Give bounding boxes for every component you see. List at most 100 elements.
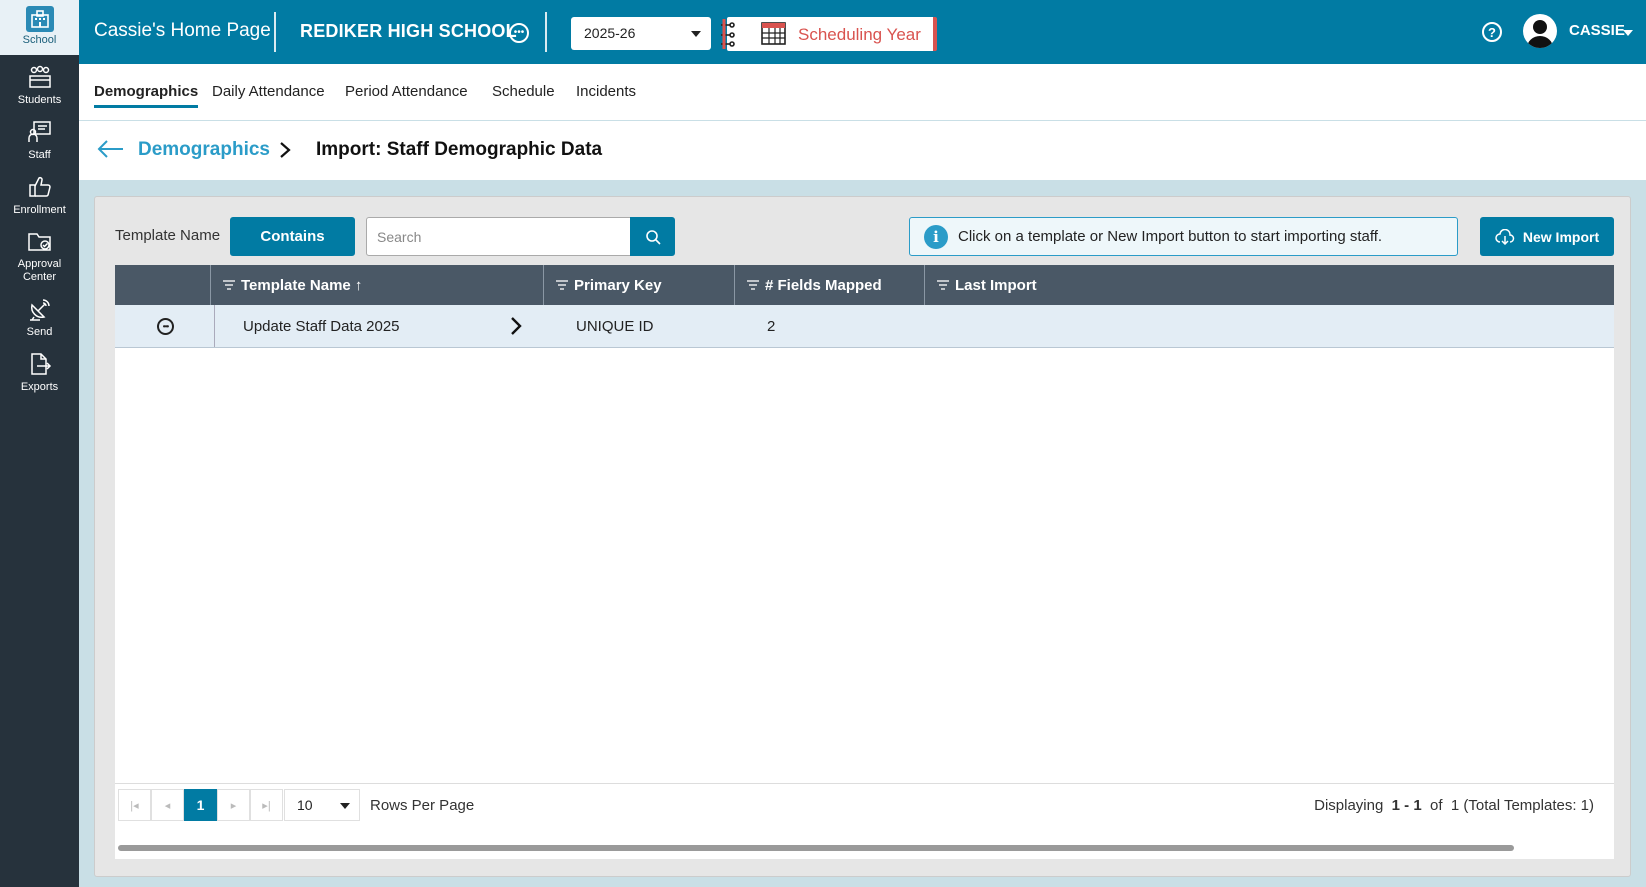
display-prefix: Displaying — [1314, 797, 1384, 814]
school-year-select[interactable]: 2025-26 — [571, 17, 711, 50]
breadcrumb: Demographics Import: Staff Demographic D… — [79, 121, 1646, 180]
tab-daily-attendance[interactable]: Daily Attendance — [212, 83, 325, 100]
sidebar-item-label: Exports — [20, 381, 59, 393]
row-actions-icon[interactable]: ••• — [157, 318, 174, 335]
rows-per-page-select[interactable]: 10 — [284, 789, 360, 821]
caret-down-icon — [691, 31, 701, 37]
cloud-download-icon — [1495, 228, 1515, 245]
satellite-dish-icon — [25, 294, 55, 324]
thumbs-up-icon — [25, 172, 55, 202]
divider — [214, 305, 215, 347]
display-range: 1 - 1 — [1391, 797, 1422, 814]
column-filter-icon[interactable] — [747, 280, 759, 290]
more-options-icon[interactable]: ••• — [509, 23, 529, 43]
sidebar-item-label: Staff — [28, 149, 51, 161]
page-number-current[interactable]: 1 — [184, 789, 217, 821]
sidebar-item-label: Approval Center — [17, 258, 62, 283]
column-filter-icon[interactable] — [223, 280, 235, 290]
sidebar-item-exports[interactable]: Exports — [0, 349, 79, 394]
tab-schedule[interactable]: Schedule — [492, 83, 555, 100]
info-icon: i — [924, 224, 948, 249]
column-header-label: Last Import — [955, 276, 1037, 294]
rows-per-page-label: Rows Per Page — [370, 797, 475, 814]
page-title: Import: Staff Demographic Data — [316, 139, 603, 160]
column-header-label: Template Name ↑ — [241, 276, 363, 294]
new-import-label: New Import — [1522, 228, 1600, 245]
file-export-icon — [25, 349, 55, 379]
first-page-icon[interactable]: |◂ — [118, 789, 151, 821]
sidebar-item-label: Send — [26, 326, 53, 338]
students-icon — [25, 62, 55, 92]
breadcrumb-parent-link[interactable]: Demographics — [138, 139, 270, 161]
sidebar-item-send[interactable]: Send — [0, 294, 79, 339]
horizontal-scrollbar[interactable] — [118, 845, 1514, 851]
column-header-label: Primary Key — [574, 276, 662, 294]
tab-demographics[interactable]: Demographics — [94, 83, 199, 108]
column-header-template-name[interactable]: Template Name ↑ — [210, 265, 545, 305]
rows-per-page-value: 10 — [297, 797, 313, 813]
divider — [545, 12, 547, 52]
tab-period-attendance[interactable]: Period Attendance — [345, 83, 468, 100]
pagination-bar: |◂ ◂ 1 ▸ ▸| 10 Rows Per Page Displaying … — [115, 783, 1614, 826]
display-summary: Displaying 1 - 1 of 1 (Total Templates: … — [1314, 797, 1594, 814]
search-icon — [645, 229, 661, 245]
new-import-button[interactable]: New Import — [1480, 217, 1614, 256]
search-button[interactable] — [630, 217, 675, 256]
sub-navigation: Demographics Daily Attendance Period Att… — [79, 64, 1646, 121]
binder-rings-icon — [721, 19, 735, 49]
grid-header: Template Name ↑ Primary Key # Fields Map… — [115, 265, 1614, 305]
templates-grid: Template Name ↑ Primary Key # Fields Map… — [115, 265, 1614, 859]
sidebar-item-school[interactable]: School — [0, 0, 79, 55]
sidebar-item-students[interactable]: Students — [0, 62, 79, 107]
folder-check-icon — [25, 226, 55, 256]
back-arrow-icon[interactable] — [97, 137, 125, 161]
scheduling-year-label: Scheduling Year — [798, 25, 921, 44]
next-page-icon[interactable]: ▸ — [217, 789, 250, 821]
user-menu[interactable]: CASSIE — [1569, 22, 1625, 39]
column-header-primary-key[interactable]: Primary Key — [543, 265, 735, 305]
import-templates-panel: Template Name Contains i Click on a temp… — [94, 196, 1631, 877]
sidebar-item-label: Students — [17, 94, 62, 106]
avatar[interactable] — [1523, 14, 1557, 48]
school-building-icon — [25, 6, 54, 32]
table-row[interactable]: ••• Update Staff Data 2025 UNIQUE ID 2 — [115, 305, 1614, 348]
school-year-value: 2025-26 — [584, 25, 636, 41]
staff-icon — [25, 117, 55, 147]
column-filter-icon[interactable] — [556, 280, 568, 290]
help-icon[interactable]: ? — [1482, 22, 1502, 42]
previous-page-icon[interactable]: ◂ — [151, 789, 184, 821]
cell-template-name: Update Staff Data 2025 — [243, 317, 400, 335]
display-total: 1 (Total Templates: 1) — [1450, 797, 1594, 814]
column-header-label: # Fields Mapped — [765, 276, 882, 294]
sidebar-item-label: School — [22, 34, 57, 46]
sidebar-item-staff[interactable]: Staff — [0, 117, 79, 162]
chevron-right-icon[interactable] — [509, 315, 523, 337]
filter-label: Template Name — [115, 227, 221, 244]
top-bar: Cassie's Home Page REDIKER HIGH SCHOOL •… — [79, 0, 1646, 64]
info-message: Click on a template or New Import button… — [958, 228, 1383, 245]
column-header-fields-mapped[interactable]: # Fields Mapped — [734, 265, 926, 305]
home-page-title[interactable]: Cassie's Home Page — [94, 20, 271, 42]
cell-fields-mapped: 2 — [767, 317, 776, 335]
scheduling-year-badge[interactable]: Scheduling Year — [721, 17, 937, 51]
calendar-grid-icon — [761, 22, 786, 45]
sidebar-item-enrollment[interactable]: Enrollment — [0, 172, 79, 217]
column-filter-icon[interactable] — [937, 280, 949, 290]
column-header-last-import[interactable]: Last Import — [924, 265, 1224, 305]
display-of: of — [1430, 797, 1443, 814]
divider — [274, 12, 276, 52]
caret-down-icon — [340, 803, 350, 809]
search-input[interactable] — [366, 217, 631, 256]
tab-incidents[interactable]: Incidents — [576, 83, 636, 100]
caret-down-icon[interactable] — [1623, 30, 1633, 36]
school-name[interactable]: REDIKER HIGH SCHOOL — [300, 21, 517, 42]
user-silhouette-icon — [1527, 20, 1553, 48]
sidebar: School Students Staff Enrollment Approva… — [0, 0, 79, 887]
filter-operator-button[interactable]: Contains — [230, 217, 355, 256]
info-banner: i Click on a template or New Import butt… — [909, 217, 1458, 256]
chevron-right-icon — [280, 142, 291, 158]
sidebar-item-label: Enrollment — [13, 204, 66, 216]
sidebar-item-approval-center[interactable]: Approval Center — [0, 226, 79, 284]
last-page-icon[interactable]: ▸| — [250, 789, 283, 821]
cell-primary-key: UNIQUE ID — [576, 317, 654, 335]
